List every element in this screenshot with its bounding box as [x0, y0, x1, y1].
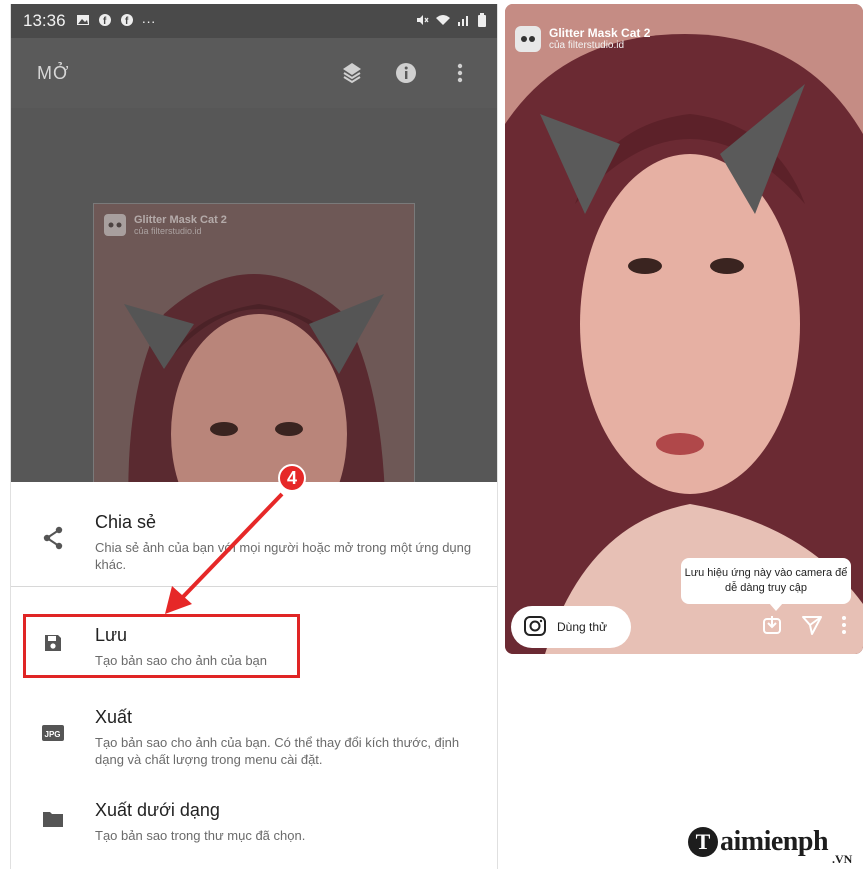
more-vertical-icon[interactable]	[841, 615, 847, 640]
watermark-suffix: .VN	[832, 852, 853, 866]
step-number-badge: 4	[278, 464, 306, 492]
filter-chip: Glitter Mask Cat 2 của filterstudio.id	[515, 26, 650, 52]
screenshot-stage: 13:36 f f ··· MỞ Glitter Mask Cat 2 của …	[0, 0, 863, 869]
filter-name: Glitter Mask Cat 2	[549, 26, 651, 40]
right-phone-screen: Glitter Mask Cat 2 của filterstudio.id L…	[505, 4, 863, 654]
filter-avatar-icon	[515, 26, 541, 52]
portrait-illustration-large	[505, 4, 863, 654]
watermark-logo-icon: T	[688, 827, 718, 857]
try-button[interactable]: Dùng thử	[511, 606, 631, 648]
taimienphi-watermark: T aimienph .VN	[688, 826, 852, 866]
save-effect-tooltip: Lưu hiệu ứng này vào camera để dễ dàng t…	[681, 558, 851, 611]
bottom-actions	[761, 614, 847, 641]
camera-icon	[523, 614, 547, 641]
send-icon[interactable]	[801, 614, 823, 641]
try-button-label: Dùng thử	[557, 620, 608, 634]
download-icon[interactable]	[761, 614, 783, 641]
filter-author: của filterstudio.id	[549, 40, 625, 51]
watermark-brand: aimienph	[720, 826, 829, 857]
